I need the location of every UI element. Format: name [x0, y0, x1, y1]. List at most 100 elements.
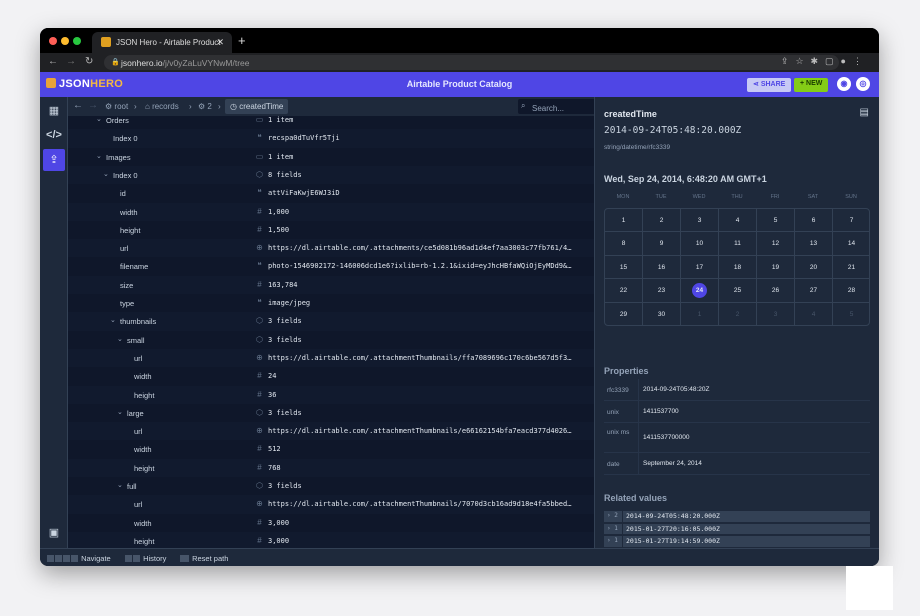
- browser-tab[interactable]: JSON Hero - Airtable Product ✕: [92, 32, 232, 53]
- breadcrumb-root[interactable]: ⚙ root: [105, 102, 128, 111]
- tree-row[interactable]: ⌄ Orders ▭ 1 item: [68, 116, 594, 129]
- tree-row[interactable]: height #3,000: [68, 531, 594, 548]
- tree-row[interactable]: ⌄ Index 0 ⬡ 8 fields: [68, 165, 594, 185]
- tree-key: height: [134, 536, 155, 546]
- calendar-day[interactable]: 11: [719, 232, 757, 256]
- divider: [638, 453, 639, 474]
- discord-icon[interactable]: ◉: [837, 77, 851, 91]
- tree-row[interactable]: width #1,000: [68, 202, 594, 221]
- chevron-down-icon[interactable]: ⌄: [117, 335, 123, 343]
- tree-row[interactable]: type ❝ image/jpeg: [68, 294, 594, 312]
- tree-row[interactable]: width #3,000: [68, 514, 594, 532]
- calendar-day[interactable]: 23: [643, 279, 681, 303]
- new-button[interactable]: + NEW: [794, 78, 829, 92]
- calendar-day[interactable]: 28: [833, 279, 869, 303]
- tree-row[interactable]: ⌄ Images ▭ 1 item: [68, 148, 594, 166]
- tree-row[interactable]: ⌄ full ⬡ 3 fields: [68, 477, 594, 495]
- tree-row[interactable]: ⌄ large ⬡ 3 fields: [68, 404, 594, 422]
- calendar-day[interactable]: 29: [605, 302, 643, 325]
- new-tab-button[interactable]: +: [238, 33, 246, 48]
- calendar-day[interactable]: 22: [605, 279, 643, 303]
- calendar-day[interactable]: 17: [681, 255, 719, 280]
- calendar-day[interactable]: 15: [605, 255, 643, 280]
- tree-row[interactable]: filename ❝ photo-1546902172-146006dcd1e6?i…: [68, 257, 594, 275]
- tree-row[interactable]: ⌄ small ⬡ 3 fields: [68, 331, 594, 349]
- tree-row[interactable]: url ⊕ https://dl.airtable.com/.attachmentT…: [68, 348, 594, 368]
- close-tab-icon[interactable]: ✕: [216, 37, 224, 48]
- calendar-day[interactable]: 4: [795, 302, 833, 325]
- terminal-icon[interactable]: ▣: [43, 522, 65, 544]
- chevron-down-icon[interactable]: ⌄: [96, 152, 102, 160]
- calendar-day[interactable]: 14: [833, 232, 869, 256]
- calendar-day[interactable]: 8: [605, 232, 643, 256]
- calendar-day[interactable]: 4: [719, 209, 757, 233]
- related-count: › 1: [607, 537, 618, 545]
- calendar-day[interactable]: 25: [719, 279, 757, 303]
- tree-row[interactable]: size #163,784: [68, 275, 594, 294]
- related-value-row[interactable]: › 2 2014-09-24T05:48:20.000Z: [604, 511, 870, 522]
- calendar-day[interactable]: 10: [681, 232, 719, 256]
- calendar-day[interactable]: 16: [643, 255, 681, 280]
- calendar-day[interactable]: 5: [757, 209, 795, 233]
- calendar-day[interactable]: 24: [681, 279, 719, 303]
- forward-icon[interactable]: →: [88, 100, 98, 111]
- related-value-row[interactable]: › 1 2015-01-27T20:16:05.000Z: [604, 523, 870, 535]
- tree-row[interactable]: url ⊕ https://dl.airtable.com/.attachmentT…: [68, 495, 594, 514]
- reset-path-hint[interactable]: Reset path: [180, 554, 228, 563]
- chevron-down-icon[interactable]: ⌄: [96, 116, 102, 123]
- tree-row[interactable]: ⌄ thumbnails ⬡ 3 fields: [68, 312, 594, 331]
- calendar-day[interactable]: 13: [795, 232, 833, 256]
- calendar-day[interactable]: 7: [833, 209, 869, 233]
- calendar-day[interactable]: 26: [757, 279, 795, 303]
- calendar-day[interactable]: 6: [795, 209, 833, 233]
- tree-row[interactable]: height #1,500: [68, 221, 594, 239]
- tree-row[interactable]: url ⊕ https://dl.airtable.com/.attachmentT…: [68, 422, 594, 441]
- calendar-day[interactable]: 27: [795, 279, 833, 303]
- number-type-icon: #: [257, 206, 262, 216]
- tree-view-icon[interactable]: ⇪: [43, 149, 65, 171]
- chevron-down-icon[interactable]: ⌄: [103, 170, 109, 178]
- close-window-button[interactable]: [49, 37, 57, 45]
- tree-row[interactable]: height #768: [68, 458, 594, 477]
- tree-row[interactable]: url ⊕ https://dl.airtable.com/.attachments…: [68, 239, 594, 258]
- share-button[interactable]: ⋖ SHARE: [747, 78, 792, 92]
- calendar-day[interactable]: 2: [643, 209, 681, 233]
- calendar-day[interactable]: 30: [643, 302, 681, 325]
- chevron-down-icon[interactable]: ⌄: [117, 408, 123, 416]
- calendar-day[interactable]: 1: [681, 302, 719, 325]
- reload-icon[interactable]: ↻: [85, 56, 93, 67]
- tree-key: thumbnails: [120, 317, 157, 327]
- maximize-window-button[interactable]: [73, 37, 81, 45]
- tree-row[interactable]: width #512: [68, 440, 594, 458]
- calendar-day[interactable]: 3: [757, 302, 795, 325]
- forward-icon[interactable]: →: [66, 56, 76, 67]
- calendar-day[interactable]: 3: [681, 209, 719, 233]
- code-view-icon[interactable]: </>: [43, 124, 65, 146]
- tree-row[interactable]: height #36: [68, 385, 594, 404]
- breadcrumb-index[interactable]: ⚙ 2: [198, 102, 212, 111]
- chevron-down-icon[interactable]: ⌄: [117, 481, 123, 489]
- back-icon[interactable]: ←: [73, 100, 83, 111]
- url-input[interactable]: 🔒 jsonhero.io/j/v0yZaLuVYNwM/tree: [104, 55, 839, 70]
- calendar-day[interactable]: 5: [833, 303, 869, 325]
- calendar-day[interactable]: 18: [719, 255, 757, 280]
- back-icon[interactable]: ←: [48, 56, 58, 67]
- columns-view-icon[interactable]: ▦: [43, 100, 65, 122]
- tree-row[interactable]: Index 0 ❝ recspa0dTuVfr5Tji: [68, 129, 594, 148]
- chevron-down-icon[interactable]: ⌄: [110, 316, 116, 324]
- related-value-row[interactable]: › 1 2015-01-27T19:14:59.000Z: [604, 536, 870, 547]
- tree-row[interactable]: width #24: [68, 367, 594, 385]
- tree-row[interactable]: id ❝ attViFaKwjE6WJ3iD: [68, 184, 594, 202]
- calendar-day[interactable]: 19: [757, 255, 795, 280]
- calendar-day[interactable]: 21: [833, 256, 869, 280]
- browser-toolbar-icons[interactable]: ⇪☆✱▢●⋮: [781, 56, 869, 67]
- github-icon[interactable]: ◎: [856, 77, 870, 91]
- minimize-window-button[interactable]: [61, 37, 69, 45]
- calendar-day[interactable]: 20: [795, 255, 833, 280]
- calendar-day[interactable]: 9: [643, 232, 681, 256]
- calendar-day[interactable]: 12: [757, 232, 795, 256]
- calendar-day[interactable]: 1: [605, 209, 643, 233]
- calendar-day[interactable]: 2: [719, 302, 757, 325]
- breadcrumb-records[interactable]: ⌂ records: [145, 102, 179, 111]
- breadcrumb-current[interactable]: ◷ createdTime: [225, 99, 289, 114]
